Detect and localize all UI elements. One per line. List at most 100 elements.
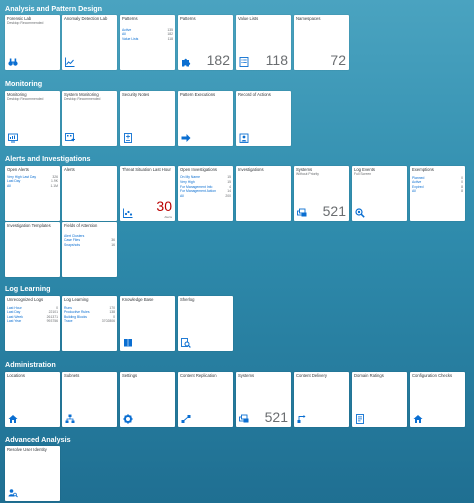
tile-security-notes[interactable]: Security Notes <box>120 91 175 146</box>
tile-title: Record of Actions <box>238 92 271 97</box>
tile-systems-admin[interactable]: Systems 521 <box>236 372 291 427</box>
tile-title: Knowledge Base <box>122 297 154 302</box>
tile-content-delivery[interactable]: Content Delivery <box>294 372 349 427</box>
tile-title: Value Lists <box>238 16 259 21</box>
tile-settings[interactable]: Settings <box>120 372 175 427</box>
note-icon <box>123 133 133 143</box>
systems-icon <box>239 414 249 424</box>
tile-domain-ratings[interactable]: Domain Ratings <box>352 372 407 427</box>
tile-monitoring[interactable]: Monitoring Desktop Recommended <box>5 91 60 146</box>
tile-subtitle: Desktop Recommended <box>7 96 44 101</box>
tile-row[interactable]: Trace 3702806 <box>64 319 115 323</box>
tile-row[interactable]: Snapshots 16 <box>64 243 115 247</box>
tile-title: Patterns <box>180 16 196 21</box>
section-title-log-learning: Log Learning <box>5 284 51 293</box>
value-lists-count: 118 <box>265 52 288 68</box>
tile-title: Security Notes <box>122 92 150 97</box>
binoculars-icon <box>8 57 18 67</box>
tile-unrecognized-logs[interactable]: Unrecognized Logs Last Hour 0 Last Day 221… <box>5 296 60 351</box>
tile-subtitle: Desktop Recommended <box>64 96 101 101</box>
arrow-right-icon <box>181 133 191 143</box>
tile-log-learning[interactable]: Log Learning Runs 170 Productive Rules 138… <box>62 296 117 351</box>
tile-title: Namespaces <box>296 16 321 21</box>
tile-subtitle: Full Screen <box>354 171 372 176</box>
tile-title: Unrecognized Logs <box>7 297 44 302</box>
tile-rows: Very High Last Day 326 Last Day 1.9K All 1.… <box>7 175 58 188</box>
home-network-icon <box>413 414 423 424</box>
tile-knowledge-base[interactable]: Knowledge Base <box>120 296 175 351</box>
tile-sherlog[interactable]: Sherlog <box>178 296 233 351</box>
tile-open-investigations[interactable]: Open Investigations On My Name 15 Very Hi… <box>178 166 233 221</box>
tile-row[interactable]: All 1.1M <box>7 184 58 188</box>
user-record-icon <box>239 133 249 143</box>
tile-record-of-actions[interactable]: Record of Actions <box>236 91 291 146</box>
search-icon <box>355 208 365 218</box>
tile-row[interactable]: Value Lists 118 <box>122 37 173 41</box>
threat-alert-count: 30 <box>156 198 172 214</box>
tile-subtitle: Without Priority <box>296 171 319 176</box>
patterns-count: 182 <box>206 52 230 68</box>
tile-title: Locations <box>7 373 25 378</box>
tile-anomaly-detection-lab[interactable]: Anomaly Detection Lab <box>62 15 117 70</box>
tile-investigation-templates[interactable]: Investigation Templates <box>5 222 60 277</box>
tile-title: Domain Ratings <box>354 373 384 378</box>
section-title-monitoring: Monitoring <box>5 79 43 88</box>
tile-exemptions[interactable]: Exemptions Planned 0 Active 0 Expired 8 All… <box>410 166 465 221</box>
document-search-icon <box>181 338 191 348</box>
tile-title: Investigations <box>238 167 264 172</box>
tile-title: Alerts <box>64 167 75 172</box>
tile-locations[interactable]: Locations <box>5 372 60 427</box>
tile-row[interactable]: All 200 <box>180 194 231 199</box>
tile-alerts[interactable]: Alerts <box>62 166 117 221</box>
puzzle-icon <box>181 57 191 67</box>
tile-rows: Last Hour 0 Last Day 22101 Last Week 261371… <box>7 306 58 324</box>
tile-threat-situation[interactable]: Threat Situation Last Hour 30 Alerts <box>120 166 175 221</box>
gear-icon <box>123 414 133 424</box>
tile-content-replication[interactable]: Content Replication <box>178 372 233 427</box>
tile-title: Content Delivery <box>296 373 327 378</box>
tile-subtitle: Desktop Recommended <box>7 20 44 25</box>
delivery-icon <box>297 414 307 424</box>
tile-fields-of-attention[interactable]: Fields of Attention Alert Clusters Case … <box>62 222 117 277</box>
tile-namespaces[interactable]: Namespaces 72 <box>294 15 349 70</box>
tile-title: Content Replication <box>180 373 217 378</box>
tile-rows: Runs 170 Productive Rules 138 Building Blo… <box>64 306 115 324</box>
replicate-icon <box>181 414 191 424</box>
tile-patterns[interactable]: Patterns 182 <box>178 15 233 70</box>
home-network-icon <box>8 414 18 424</box>
tile-title: Exemptions <box>412 167 434 172</box>
tile-title: Sherlog <box>180 297 195 302</box>
section-title-alerts: Alerts and Investigations <box>5 154 91 163</box>
tile-subnets[interactable]: Subnets <box>62 372 117 427</box>
tile-rows: On My Name 15 Very High 15 For Management … <box>180 175 231 199</box>
tile-row[interactable]: Last Year 993756 <box>7 319 58 323</box>
list-icon <box>239 57 249 67</box>
hierarchy-icon <box>65 414 75 424</box>
tile-value-lists[interactable]: Value Lists 118 <box>236 15 291 70</box>
threat-chart-icon <box>123 208 133 218</box>
tile-title: Settings <box>122 373 138 378</box>
systems-count: 521 <box>322 203 346 219</box>
tile-configuration-checks[interactable]: Configuration Checks <box>410 372 465 427</box>
section-title-analysis: Analysis and Pattern Design <box>5 4 103 13</box>
tile-rows: Planned 0 Active 0 Expired 8 All 8 <box>412 176 463 194</box>
namespaces-count: 72 <box>330 52 346 68</box>
tile-title: Subnets <box>64 373 80 378</box>
tile-row[interactable]: All 8 <box>412 189 463 193</box>
tile-forensic-lab[interactable]: Forensic Lab Desktop Recommended <box>5 15 60 70</box>
tile-investigations[interactable]: Investigations <box>236 166 291 221</box>
section-title-administration: Administration <box>5 360 56 369</box>
tile-title: Resolve User Identity <box>7 447 47 452</box>
tile-resolve-user-identity[interactable]: Resolve User Identity <box>5 446 60 501</box>
tile-pattern-executions[interactable]: Pattern Executions <box>178 91 233 146</box>
tile-patterns-summary[interactable]: Patterns Active 135 All 182 Value Lists 118 <box>120 15 175 70</box>
tile-log-events[interactable]: Log Events Full Screen <box>352 166 407 221</box>
tile-title: Pattern Executions <box>180 92 216 97</box>
document-icon <box>355 414 365 424</box>
tile-systems-priority[interactable]: Systems Without Priority 521 <box>294 166 349 221</box>
tile-open-alerts[interactable]: Open Alerts Very High Last Day 326 Last D… <box>5 166 60 221</box>
systems-icon <box>297 208 307 218</box>
tile-rows: Active 135 All 182 Value Lists 118 <box>122 28 173 41</box>
tile-system-monitoring[interactable]: System Monitoring Desktop Recommended <box>62 91 117 146</box>
tile-title: Open Investigations <box>180 167 218 172</box>
